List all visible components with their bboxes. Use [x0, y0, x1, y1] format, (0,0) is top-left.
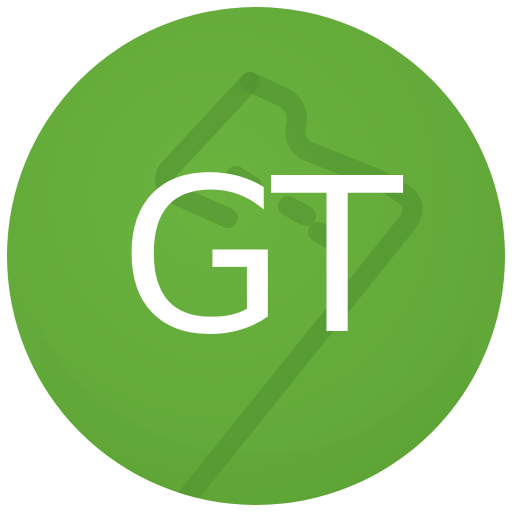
monogram-text: GT: [119, 133, 403, 382]
icon-canvas: GT: [0, 0, 512, 512]
